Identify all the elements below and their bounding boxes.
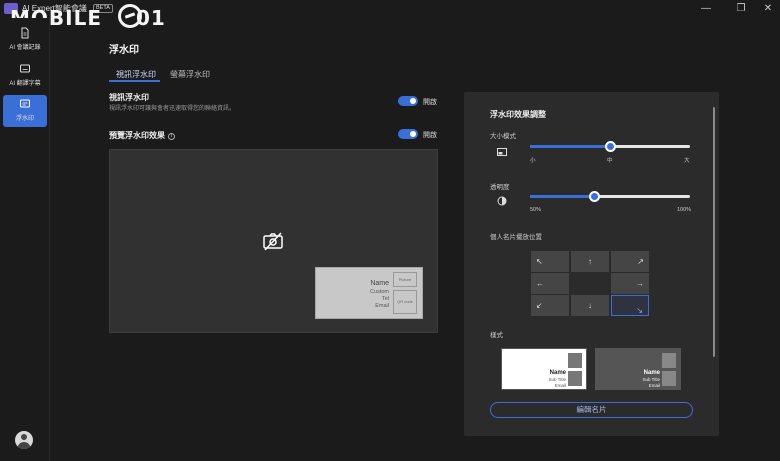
info-icon[interactable]: i — [168, 133, 175, 140]
size-icon — [497, 148, 507, 156]
position-arrow-icon: ↖ — [536, 257, 543, 266]
panel-scrollbar[interactable] — [713, 107, 715, 357]
card-tel: Tel — [381, 296, 389, 302]
preview-effect-toggle-label: 開啟 — [423, 132, 437, 139]
preview-effect-toggle[interactable] — [398, 129, 418, 139]
position-cell-bottom-left[interactable]: ↙ — [531, 295, 569, 316]
size-tick-large: 大 — [684, 158, 690, 164]
page-title: 浮水印 — [109, 45, 139, 56]
opacity-slider[interactable] — [530, 191, 690, 202]
watermark-adjust-panel: 浮水印效果調整 大小模式 小 中 大 透明度 50% 100% 個人名片擺放位置… — [464, 92, 719, 436]
position-cell-top[interactable]: ↑ — [571, 251, 609, 272]
video-watermark-description: 視訊浮水印可讓與會者迅速取得您的聯絡資訊。 — [109, 106, 236, 112]
card-position-grid: ↖ ↑ ↗ ← → ↙ ↓ ↘ — [531, 251, 649, 317]
position-cell-top-right[interactable]: ↗ — [611, 251, 649, 272]
style-light-name: Name — [549, 370, 566, 376]
panel-title: 浮水印效果調整 — [490, 110, 546, 119]
size-tick-small: 小 — [530, 158, 536, 164]
size-slider[interactable] — [530, 141, 690, 152]
position-arrow-icon: ↗ — [637, 257, 644, 266]
card-qr-placeholder: QR code — [393, 290, 417, 314]
user-avatar[interactable] — [15, 431, 33, 449]
edit-card-button[interactable]: 編輯名片 — [490, 402, 693, 418]
brand-logo-icon — [118, 4, 142, 28]
card-photo-placeholder: Picture — [393, 272, 417, 287]
opacity-max-label: 100% — [677, 207, 692, 213]
camera-off-icon — [263, 232, 283, 251]
card-name: Name — [370, 280, 389, 287]
watermark-preview: Name Custom Tel Email Picture QR code — [109, 149, 438, 333]
style-label: 樣式 — [490, 332, 503, 339]
video-watermark-title: 視訊浮水印 — [109, 93, 149, 102]
minimize-button[interactable]: — — [695, 2, 717, 16]
restore-button[interactable]: ❐ — [730, 2, 752, 16]
sidebar-item-label: AI 會議記錄 — [9, 45, 41, 51]
style-light-subtitle: Sub Title — [548, 377, 566, 382]
opacity-min-label: 50% — [530, 207, 542, 213]
style-dark-subtitle: Sub Title — [642, 377, 660, 382]
position-arrow-icon: ↓ — [588, 301, 592, 310]
sidebar-item-subtitles[interactable]: AI 翻譯字幕 — [3, 60, 47, 92]
style-option-dark[interactable]: Name Sub Title Email — [595, 348, 681, 390]
document-icon — [21, 27, 29, 39]
position-arrow-icon: → — [636, 279, 644, 288]
size-slider-thumb[interactable] — [605, 141, 616, 152]
active-tab-indicator — [109, 80, 160, 82]
style-dark-name: Name — [643, 370, 660, 376]
sidebar-item-watermark[interactable]: 浮水印 — [3, 95, 47, 127]
position-cell-center — [571, 273, 609, 294]
video-watermark-toggle-label: 開啟 — [423, 99, 437, 106]
style-light-email: Email — [554, 383, 566, 388]
size-mode-label: 大小模式 — [490, 133, 516, 140]
subtitle-icon — [20, 64, 30, 73]
position-cell-bottom[interactable]: ↓ — [571, 295, 609, 316]
card-email: Email — [375, 303, 389, 309]
position-cell-top-left[interactable]: ↖ — [531, 251, 569, 272]
tab-video-watermark[interactable]: 視訊浮水印 — [116, 69, 156, 80]
card-custom: Custom — [370, 289, 389, 295]
business-card-preview: Name Custom Tel Email Picture QR code — [315, 267, 423, 319]
size-tick-medium: 中 — [607, 158, 613, 164]
sidebar: AI 會議記錄 AI 翻譯字幕 浮水印 — [0, 18, 50, 461]
sidebar-item-meeting-notes[interactable]: AI 會議記錄 — [3, 24, 47, 56]
opacity-label: 透明度 — [490, 184, 510, 191]
close-button[interactable]: ✕ — [757, 2, 779, 16]
style-dark-email: Email — [648, 383, 660, 388]
style-option-light[interactable]: Name Sub Title Email — [501, 348, 587, 390]
card-position-label: 個人名片擺放位置 — [490, 234, 542, 241]
opacity-icon — [497, 196, 507, 206]
sidebar-item-label: 浮水印 — [15, 116, 34, 122]
watermark-icon — [20, 99, 30, 108]
opacity-slider-thumb[interactable] — [589, 191, 600, 202]
position-arrow-icon: ↘ — [636, 306, 643, 315]
position-cell-right[interactable]: → — [611, 273, 649, 294]
position-arrow-icon: ↙ — [536, 301, 543, 310]
position-cell-bottom-right[interactable]: ↘ — [611, 295, 649, 316]
position-arrow-icon: ↑ — [588, 257, 592, 266]
position-cell-left[interactable]: ← — [531, 273, 569, 294]
tab-screen-watermark[interactable]: 螢幕浮水印 — [170, 69, 210, 80]
sidebar-item-label: AI 翻譯字幕 — [9, 81, 41, 87]
position-arrow-icon: ← — [536, 279, 544, 288]
preview-effect-title: 預覽浮水印效果 i — [109, 130, 175, 141]
video-watermark-toggle[interactable] — [398, 96, 418, 106]
